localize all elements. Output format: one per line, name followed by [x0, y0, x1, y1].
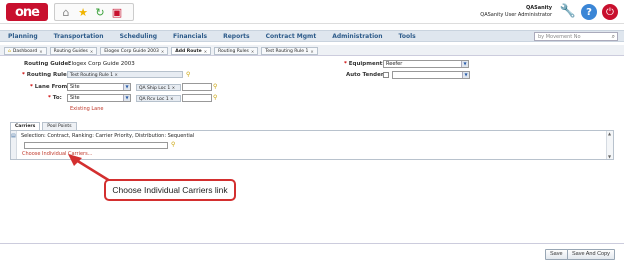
- close-icon[interactable]: ✕: [204, 48, 207, 55]
- chevron-down-icon: ▼: [123, 95, 130, 101]
- callout-box: Choose Individual Carriers link: [104, 179, 236, 201]
- nav-financials[interactable]: Financials: [173, 33, 207, 40]
- tab-carriers[interactable]: Carriers: [10, 122, 41, 130]
- save-button[interactable]: Save: [545, 249, 568, 260]
- nav-menu: Planning Transportation Scheduling Finan…: [8, 33, 416, 40]
- nav-tools[interactable]: Tools: [399, 33, 416, 40]
- tab-label: Routing Rules: [218, 48, 249, 54]
- chevron-down-icon: ▼: [461, 61, 468, 67]
- to-input[interactable]: [182, 94, 212, 102]
- tab-label: Test Routing Rule 1: [265, 48, 309, 54]
- existing-lane-link[interactable]: Existing Lane: [70, 106, 104, 112]
- nav-transportation[interactable]: Transportation: [54, 33, 104, 40]
- tab-strip: ⌂ Dashboard ✕ Routing Guides ✕ Elogex Corp …: [0, 45, 624, 56]
- equipment-label: * Equipment:: [344, 61, 385, 67]
- tab-pool-points[interactable]: Pool Points: [42, 122, 77, 130]
- report-icon[interactable]: ▣: [110, 5, 124, 19]
- auto-tender-select[interactable]: ▼: [392, 71, 470, 79]
- tab-label: Add Route: [175, 48, 202, 54]
- tab-label: Routing Guides: [53, 48, 88, 54]
- tools-icon[interactable]: 🔧: [560, 4, 576, 19]
- close-icon[interactable]: ✕: [251, 48, 254, 55]
- lane-from-type-value: Site: [70, 84, 80, 90]
- edit-icon[interactable]: ▤: [11, 133, 16, 139]
- home-icon[interactable]: ⌂: [59, 5, 73, 19]
- remove-icon[interactable]: ×: [172, 85, 175, 90]
- carrier-selection-text: Selection: Contract, Ranking: Carrier Pr…: [21, 133, 195, 139]
- nav-scheduling[interactable]: Scheduling: [120, 33, 157, 40]
- carrier-input[interactable]: [24, 142, 168, 149]
- tab-elogex-corp-guide[interactable]: Elogex Corp Guide 2003 ✕: [100, 47, 169, 55]
- nav-planning[interactable]: Planning: [8, 33, 38, 40]
- close-icon[interactable]: ✕: [161, 48, 164, 55]
- scroll-down-icon[interactable]: ▼: [608, 154, 611, 159]
- panel-left-bar: ▤: [11, 131, 17, 159]
- equipment-select[interactable]: Reefer ▼: [383, 60, 469, 68]
- tab-routing-rules[interactable]: Routing Rules ✕: [214, 47, 259, 55]
- save-and-copy-button[interactable]: Save And Copy: [567, 249, 615, 260]
- routing-rule-value: Test Routing Rule 1: [70, 73, 114, 78]
- detail-tabs: Carriers Pool Points: [10, 122, 77, 130]
- routing-rule-lookup-icon[interactable]: ⚲: [186, 71, 194, 78]
- user-role: QASanity User Administrator: [480, 12, 552, 18]
- tab-label: Elogex Corp Guide 2003: [104, 48, 159, 54]
- auto-tender-checkbox[interactable]: [383, 72, 389, 78]
- to-type-select[interactable]: Site ▼: [67, 94, 131, 102]
- auto-tender-label: Auto Tender:: [346, 72, 386, 78]
- search-placeholder: by Movement No: [538, 34, 581, 40]
- search-input[interactable]: by Movement No ⌕: [534, 32, 618, 41]
- carrier-lookup-icon[interactable]: ⚲: [171, 141, 175, 148]
- routing-guide-label: Routing Guide:: [24, 61, 71, 67]
- user-name: QASanity: [525, 5, 552, 11]
- main-nav: Planning Transportation Scheduling Finan…: [0, 30, 624, 42]
- to-lookup-icon[interactable]: ⚲: [213, 94, 221, 101]
- lane-from-label: * Lane From:: [30, 84, 70, 90]
- to-chip-value: QA Rcv Loc 1: [139, 97, 169, 102]
- user-info: QASanity QASanity User Administrator: [480, 5, 552, 19]
- equipment-value: Reefer: [386, 61, 403, 67]
- tab-label: Dashboard: [12, 48, 38, 54]
- to-type-value: Site: [70, 95, 80, 101]
- form-footer: Save Save And Copy: [0, 243, 624, 263]
- route-form: Routing Guide: Elogex Corp Guide 2003 * …: [0, 58, 624, 120]
- nav-reports[interactable]: Reports: [223, 33, 250, 40]
- lane-from-lookup-icon[interactable]: ⚲: [213, 83, 221, 90]
- power-icon[interactable]: ⏻: [602, 4, 618, 20]
- quick-icon-bar: ⌂ ★ ↻ ▣: [54, 3, 134, 21]
- star-icon[interactable]: ★: [76, 5, 90, 19]
- remove-icon[interactable]: ×: [115, 72, 118, 77]
- close-icon[interactable]: ✕: [310, 48, 313, 55]
- tab-test-routing-rule[interactable]: Test Routing Rule 1 ✕: [261, 47, 318, 55]
- close-icon[interactable]: ✕: [90, 48, 93, 55]
- help-icon[interactable]: ?: [581, 4, 597, 20]
- home-tab-icon: ⌂: [8, 48, 11, 54]
- to-chip[interactable]: QA Rcv Loc 1 ×: [136, 95, 181, 102]
- lane-from-input[interactable]: [182, 83, 212, 91]
- tab-dashboard[interactable]: ⌂ Dashboard ✕: [4, 47, 47, 55]
- tab-routing-guides[interactable]: Routing Guides ✕: [49, 47, 98, 55]
- lane-from-chip[interactable]: QA Ship Loc 1 ×: [136, 84, 181, 91]
- search-icon[interactable]: ⌕: [612, 33, 615, 41]
- choose-individual-carriers-link[interactable]: Choose Individual Carriers...: [22, 151, 92, 157]
- nav-administration[interactable]: Administration: [332, 33, 382, 40]
- to-label: * To:: [48, 95, 62, 101]
- scroll-up-icon[interactable]: ▲: [608, 131, 611, 136]
- remove-icon[interactable]: ×: [170, 96, 173, 101]
- panel-scrollbar[interactable]: ▲ ▼: [606, 131, 613, 159]
- lane-from-chip-value: QA Ship Loc 1: [139, 86, 171, 91]
- close-icon[interactable]: ✕: [39, 48, 42, 55]
- chevron-down-icon: ▼: [462, 72, 469, 78]
- routing-rule-label: * Routing Rule:: [22, 72, 69, 78]
- refresh-icon[interactable]: ↻: [93, 5, 107, 19]
- lane-from-type-select[interactable]: Site ▼: [67, 83, 131, 91]
- routing-rule-field[interactable]: Test Routing Rule 1 ×: [67, 71, 183, 78]
- carriers-panel: ▤ Selection: Contract, Ranking: Carrier …: [10, 130, 614, 160]
- chevron-down-icon: ▼: [123, 84, 130, 90]
- nav-contract-mgmt[interactable]: Contract Mgmt: [266, 33, 317, 40]
- top-header: one ⌂ ★ ↻ ▣ QASanity QASanity User Admin…: [0, 0, 624, 24]
- tab-add-route[interactable]: Add Route ✕: [171, 47, 212, 55]
- routing-guide-value: Elogex Corp Guide 2003: [68, 61, 135, 67]
- app-logo[interactable]: one: [6, 3, 48, 21]
